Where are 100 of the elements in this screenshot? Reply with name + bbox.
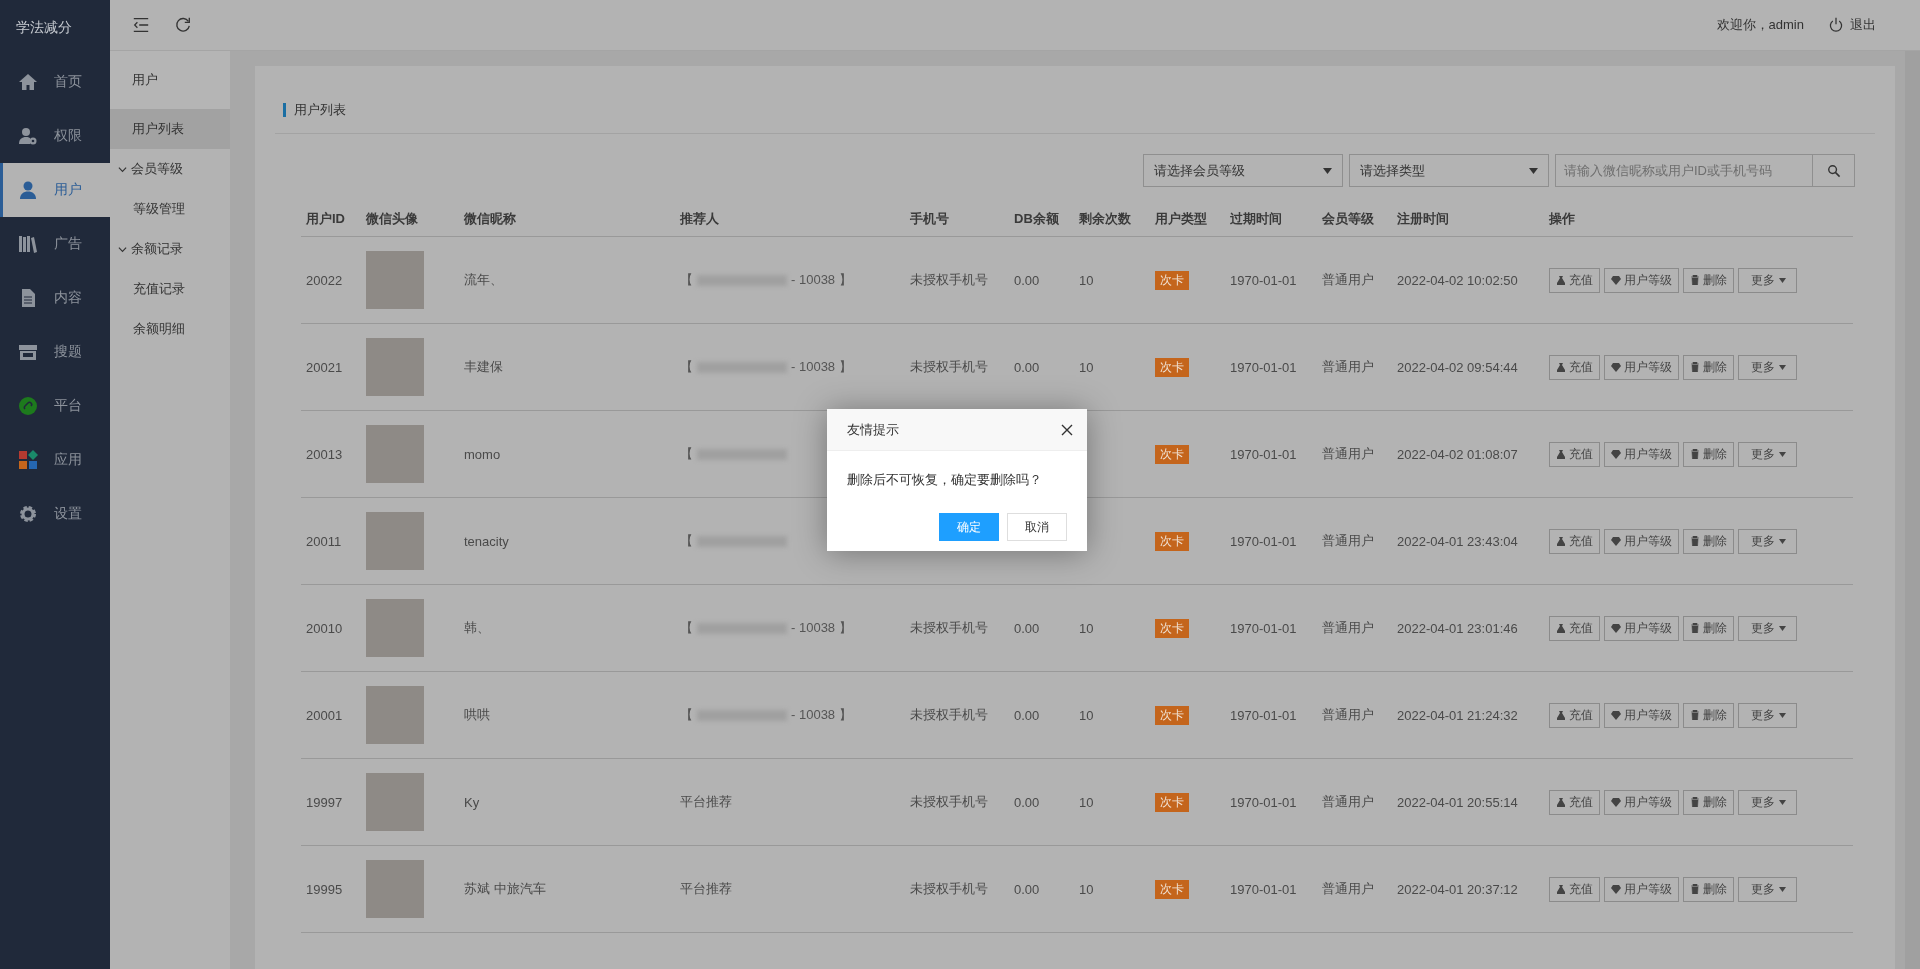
nickname: 哄哄	[464, 707, 490, 722]
recharge-button[interactable]: 充值	[1549, 441, 1600, 467]
user-id: 20021	[306, 359, 343, 375]
register-time: 2022-04-01 20:37:12	[1397, 881, 1518, 897]
balance: 0.00	[1014, 359, 1040, 375]
delete-button[interactable]: 删除	[1683, 789, 1734, 815]
apps-icon	[18, 450, 38, 470]
submenu-item[interactable]: 余额明细	[110, 309, 230, 349]
diamond-icon	[1611, 536, 1621, 546]
bracket-text: 【	[680, 271, 693, 289]
delete-button[interactable]: 删除	[1683, 441, 1734, 467]
type-tag: 次卡	[1155, 531, 1189, 551]
search-button[interactable]	[1813, 154, 1855, 187]
chevron-down-icon	[118, 164, 127, 174]
recharge-button[interactable]: 充值	[1549, 267, 1600, 293]
level-button[interactable]: 用户等级	[1604, 441, 1679, 467]
level-button[interactable]: 用户等级	[1604, 528, 1679, 554]
submenu-group[interactable]: 余额记录	[110, 229, 230, 269]
sidebar-item[interactable]: 内容	[0, 271, 110, 325]
expiry-date: 1970-01-01	[1230, 794, 1297, 810]
expiry-date: 1970-01-01	[1230, 881, 1297, 897]
sidebar-item[interactable]: 搜题	[0, 325, 110, 379]
phone-number: 未授权手机号	[910, 359, 988, 374]
submenu-group[interactable]: 会员等级	[110, 149, 230, 189]
money-bag-icon	[1556, 275, 1566, 285]
register-time: 2022-04-02 10:02:50	[1397, 272, 1518, 288]
search-field[interactable]: 请输入微信昵称或用户ID或手机号码	[1555, 154, 1813, 187]
more-dropdown-button[interactable]: 更多	[1738, 528, 1797, 554]
more-dropdown-button[interactable]: 更多	[1738, 876, 1797, 902]
delete-button[interactable]: 删除	[1683, 702, 1734, 728]
user-id: 20001	[306, 707, 343, 723]
submenu-item[interactable]: 用户列表	[110, 109, 230, 149]
submenu-item[interactable]: 充值记录	[110, 269, 230, 309]
sidebar-item[interactable]: 平台	[0, 379, 110, 433]
referrer-id: - 10038 】	[791, 706, 852, 724]
sidebar-item[interactable]: 首页	[0, 55, 110, 109]
dialog-message: 删除后不可恢复，确定要删除吗？	[846, 471, 1043, 489]
delete-button[interactable]: 删除	[1683, 267, 1734, 293]
sidebar-item[interactable]: 权限	[0, 109, 110, 163]
more-dropdown-button[interactable]: 更多	[1738, 267, 1797, 293]
user-icon	[18, 180, 38, 200]
trash-icon	[1690, 449, 1700, 459]
expiry-date: 1970-01-01	[1230, 272, 1297, 288]
register-time: 2022-04-01 21:24:32	[1397, 707, 1518, 723]
expiry-date: 1970-01-01	[1230, 707, 1297, 723]
level-button[interactable]: 用户等级	[1604, 615, 1679, 641]
delete-button[interactable]: 删除	[1683, 528, 1734, 554]
welcome-text: 欢迎你，admin	[1716, 16, 1804, 34]
confirm-button[interactable]: 确定	[939, 513, 999, 541]
delete-button[interactable]: 删除	[1683, 615, 1734, 641]
expiry-date: 1970-01-01	[1230, 620, 1297, 636]
select-dropdown[interactable]: 请选择类型	[1349, 154, 1549, 187]
photo-placeholder	[366, 773, 424, 831]
level-button[interactable]: 用户等级	[1604, 876, 1679, 902]
close-button[interactable]	[1061, 422, 1075, 437]
more-dropdown-button[interactable]: 更多	[1738, 441, 1797, 467]
nickname: 韩、	[464, 620, 490, 635]
cancel-button[interactable]: 取消	[1007, 513, 1067, 541]
caret-icon	[1779, 625, 1786, 631]
column-header: 剩余次数	[1074, 202, 1150, 237]
recharge-button[interactable]: 充值	[1549, 702, 1600, 728]
more-dropdown-button[interactable]: 更多	[1738, 615, 1797, 641]
sidebar-item[interactable]: 用户	[0, 163, 110, 217]
column-header: 用户ID	[301, 202, 361, 237]
delete-button[interactable]: 删除	[1683, 876, 1734, 902]
level-button[interactable]: 用户等级	[1604, 702, 1679, 728]
more-dropdown-button[interactable]: 更多	[1738, 354, 1797, 380]
select-dropdown[interactable]: 请选择会员等级	[1143, 154, 1343, 187]
recharge-button[interactable]: 充值	[1549, 354, 1600, 380]
more-dropdown-button[interactable]: 更多	[1738, 702, 1797, 728]
level-button[interactable]: 用户等级	[1604, 267, 1679, 293]
menu-icon	[132, 16, 150, 34]
column-header: DB余额	[1009, 202, 1074, 237]
user-id: 20010	[306, 620, 343, 636]
delete-button[interactable]: 删除	[1683, 354, 1734, 380]
money-bag-icon	[1556, 536, 1566, 546]
recharge-button[interactable]: 充值	[1549, 615, 1600, 641]
type-tag: 次卡	[1155, 270, 1189, 290]
recharge-button[interactable]: 充值	[1549, 876, 1600, 902]
recharge-button[interactable]: 充值	[1549, 528, 1600, 554]
money-bag-icon	[1556, 362, 1566, 372]
logout-link[interactable]: 退出	[1828, 16, 1876, 34]
submenu-item[interactable]: 等级管理	[110, 189, 230, 229]
card-title: 用户列表	[294, 101, 346, 119]
user-gear-icon	[18, 126, 38, 146]
column-header: 过期时间	[1225, 202, 1317, 237]
sidebar-item[interactable]: 应用	[0, 433, 110, 487]
register-time: 2022-04-01 20:55:14	[1397, 794, 1518, 810]
sidebar-item[interactable]: 广告	[0, 217, 110, 271]
trash-icon	[1690, 797, 1700, 807]
more-dropdown-button[interactable]: 更多	[1738, 789, 1797, 815]
recharge-button[interactable]: 充值	[1549, 789, 1600, 815]
level-button[interactable]: 用户等级	[1604, 354, 1679, 380]
caret-icon	[1529, 167, 1538, 174]
caret-icon	[1779, 364, 1786, 370]
user-id: 20022	[306, 272, 343, 288]
sidebar-item[interactable]: 设置	[0, 487, 110, 541]
register-time: 2022-04-01 23:43:04	[1397, 533, 1518, 549]
remaining-count: 10	[1079, 881, 1094, 897]
level-button[interactable]: 用户等级	[1604, 789, 1679, 815]
